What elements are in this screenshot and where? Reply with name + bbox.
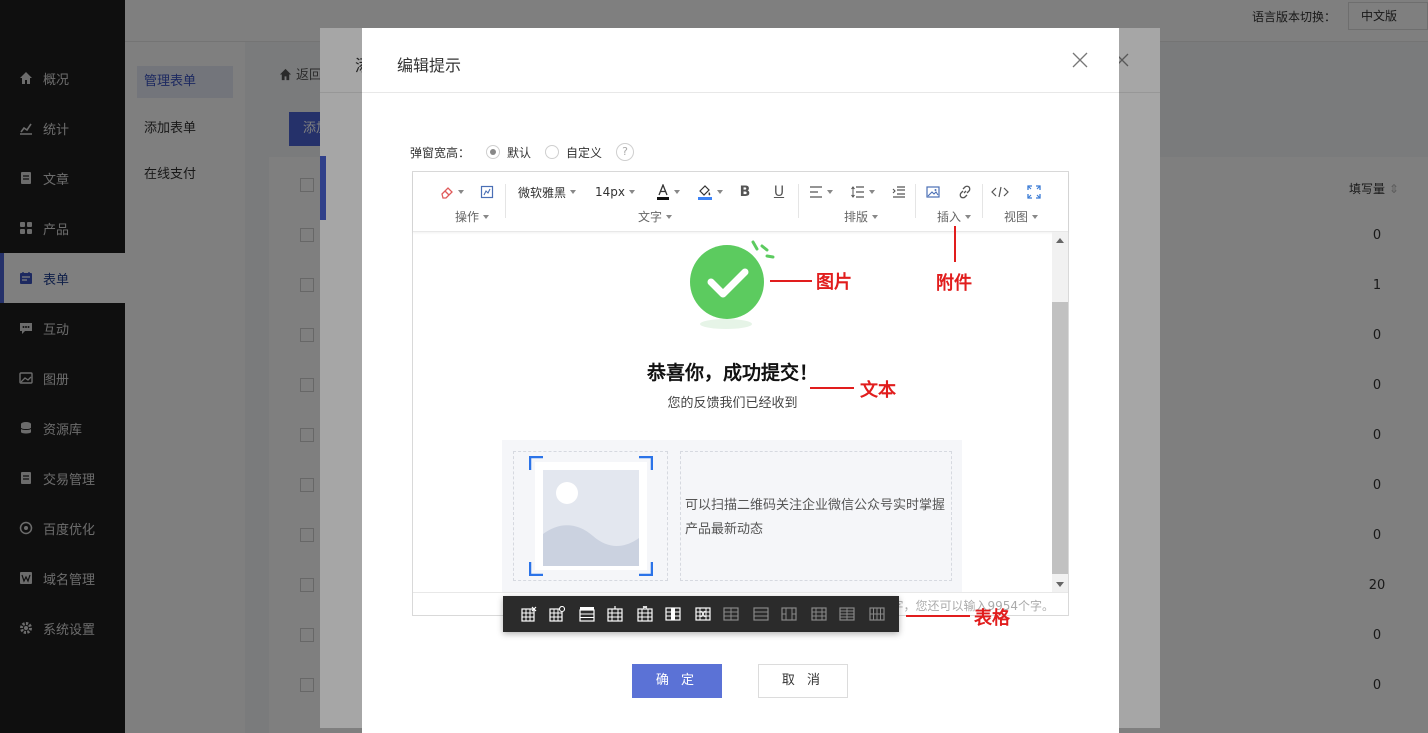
font-family-value: 微软雅黑 — [517, 185, 566, 200]
popup-size-label: 弹窗宽高： — [410, 145, 471, 160]
radio-dot — [486, 145, 501, 159]
table-properties-icon[interactable] — [549, 605, 566, 622]
fullscreen-icon[interactable] — [1026, 182, 1042, 202]
line-height-icon[interactable] — [849, 182, 877, 202]
split-columns-icon[interactable] — [869, 606, 885, 622]
split-rows-icon[interactable] — [839, 606, 855, 622]
toolbar-separator — [982, 184, 983, 218]
success-subtitle: 您的反馈我们已经收到 — [667, 396, 798, 411]
eraser-icon[interactable] — [439, 182, 465, 202]
font-size-value: 14px — [595, 185, 625, 199]
annotation-attachment: 附件 — [936, 273, 972, 294]
font-size-select[interactable]: 14px — [591, 182, 639, 202]
toolbar-separator — [505, 184, 506, 218]
underline-button[interactable]: U — [771, 182, 787, 202]
confirm-button[interactable]: 确 定 — [632, 664, 722, 698]
qr-text-cell: 可以扫描二维码关注企业微信公众号实时掌握产品最新动态 — [680, 451, 952, 581]
format-painter-icon[interactable] — [479, 182, 495, 202]
insert-row-below-icon[interactable] — [607, 606, 623, 622]
align-icon[interactable] — [807, 182, 835, 202]
group-insert-label: 插入 — [937, 210, 962, 224]
help-icon[interactable]: ? — [616, 143, 635, 161]
code-view-icon[interactable] — [991, 182, 1009, 202]
success-check-icon — [683, 236, 779, 332]
rich-text-editor: 操作 微软雅黑 14px B U 文字 排版 插入 视图 恭喜你，成功提交！ 您… — [412, 171, 1069, 616]
delete-row-icon[interactable] — [637, 605, 653, 622]
insert-link-icon[interactable] — [957, 182, 973, 202]
split-cells-icon[interactable] — [811, 606, 827, 622]
group-layout[interactable]: 排版 — [844, 208, 879, 225]
radio-default[interactable]: 默认 — [486, 144, 531, 161]
annotation-image: 图片 — [816, 272, 852, 293]
radio-custom[interactable]: 自定义 — [545, 144, 602, 161]
character-count: 字，您还可以输入9954个字。 — [891, 599, 1054, 613]
merge-cells-icon[interactable] — [723, 606, 739, 622]
annotation-table: 表格 — [974, 608, 1010, 629]
radio-dot — [545, 145, 560, 159]
group-view-label: 视图 — [1004, 210, 1029, 224]
popup-size-row: 弹窗宽高： 默认 自定义 ? — [410, 142, 635, 162]
background-color-icon[interactable] — [695, 182, 725, 202]
editor-scrollbar[interactable] — [1052, 232, 1068, 592]
scroll-down-icon[interactable] — [1052, 576, 1068, 592]
qr-code-cell — [513, 451, 668, 581]
annotation-line-image — [770, 280, 812, 282]
toolbar-separator — [798, 184, 799, 218]
radio-custom-label: 自定义 — [566, 145, 603, 160]
qr-code-table: 可以扫描二维码关注企业微信公众号实时掌握产品最新动态 — [502, 440, 962, 592]
group-text[interactable]: 文字 — [638, 208, 673, 225]
indent-icon[interactable] — [891, 182, 907, 202]
dialog-title: 编辑提示 — [397, 56, 462, 75]
group-view[interactable]: 视图 — [1004, 208, 1039, 225]
insert-column-icon[interactable] — [665, 606, 681, 622]
qr-description: 可以扫描二维码关注企业微信公众号实时掌握产品最新动态 — [685, 498, 946, 537]
scroll-thumb[interactable] — [1052, 302, 1068, 574]
image-placeholder-icon — [528, 455, 654, 577]
group-operate[interactable]: 操作 — [455, 208, 490, 225]
bold-button[interactable]: B — [737, 182, 753, 202]
toolbar-separator — [915, 184, 916, 218]
delete-table-icon[interactable] — [521, 606, 537, 622]
group-operate-label: 操作 — [455, 210, 480, 224]
group-insert[interactable]: 插入 — [937, 208, 972, 225]
annotation-text: 文本 — [860, 380, 896, 401]
delete-column-icon[interactable] — [695, 606, 711, 622]
insert-image-icon[interactable] — [925, 182, 941, 202]
cancel-button[interactable]: 取 消 — [758, 664, 848, 698]
font-family-select[interactable]: 微软雅黑 — [515, 182, 579, 202]
close-icon[interactable] — [1072, 52, 1088, 68]
divider — [362, 92, 1119, 93]
table-toolbar — [503, 596, 899, 632]
merge-right-icon[interactable] — [753, 606, 769, 622]
annotation-line-table — [906, 615, 970, 617]
editor-toolbar: 操作 微软雅黑 14px B U 文字 排版 插入 视图 — [413, 172, 1068, 232]
radio-default-label: 默认 — [507, 145, 532, 160]
annotation-line-attachment — [954, 226, 956, 262]
scroll-up-icon[interactable] — [1052, 232, 1068, 248]
group-layout-label: 排版 — [844, 210, 869, 224]
group-text-label: 文字 — [638, 210, 663, 224]
font-color-icon[interactable] — [653, 182, 683, 202]
annotation-line-text — [810, 387, 854, 389]
merge-down-icon[interactable] — [781, 606, 797, 622]
success-title: 恭喜你，成功提交！ — [646, 362, 818, 384]
insert-row-above-icon[interactable] — [579, 606, 595, 622]
